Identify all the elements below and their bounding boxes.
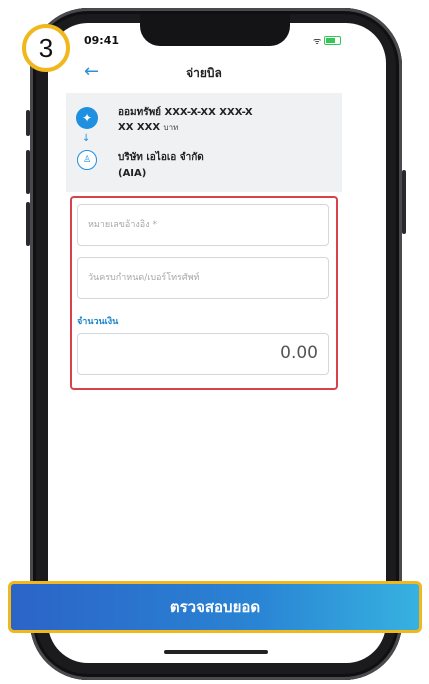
amount-value: 0.00: [280, 343, 318, 363]
volume-down-button: [26, 202, 30, 246]
payment-info-panel: ✦ ↓ ♙ ออมทรัพย์ XXX-X-XX XXX-X XX XXX บา…: [66, 93, 342, 192]
step-badge: 3: [22, 24, 70, 72]
amount-label: จำนวนเงิน: [77, 317, 119, 327]
biller-code: (AIA): [118, 168, 147, 179]
reference-field[interactable]: [77, 204, 329, 246]
amount-field[interactable]: 0.00: [77, 333, 329, 375]
source-balance: XX XXX: [118, 122, 161, 133]
app-header: ← จ่ายบิล: [66, 58, 342, 86]
due-date-field[interactable]: [77, 257, 329, 299]
status-icons: ᯤ: [313, 34, 342, 47]
check-balance-button[interactable]: ตรวจสอบยอด: [8, 581, 422, 633]
shield-icon: ♙: [77, 150, 97, 170]
arrow-down-icon: ↓: [82, 133, 91, 144]
status-time: 09:41: [84, 34, 120, 47]
source-currency: บาท: [163, 123, 179, 132]
due-date-input[interactable]: [78, 258, 328, 298]
biller-name: บริษัท เอไอเอ จำกัด: [118, 152, 204, 163]
home-indicator: [164, 650, 268, 654]
page-title: จ่ายบิล: [186, 66, 222, 80]
notch: [140, 14, 290, 46]
source-account: ออมทรัพย์ XXX-X-XX XXX-X: [118, 107, 253, 118]
battery-icon: [324, 36, 342, 45]
volume-up-button: [26, 150, 30, 194]
wifi-icon: ᯤ: [313, 37, 322, 47]
mute-switch: [26, 110, 30, 136]
source-balance-row: XX XXX บาท: [118, 121, 178, 134]
power-button: [402, 170, 406, 234]
reference-input[interactable]: [78, 205, 328, 245]
bank-logo-icon: ✦: [76, 107, 98, 129]
